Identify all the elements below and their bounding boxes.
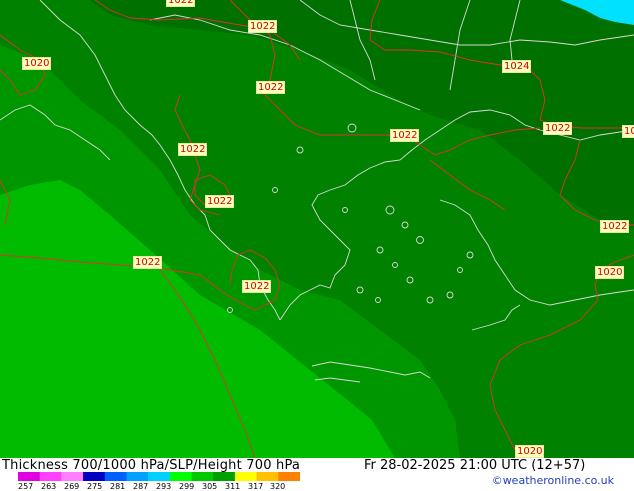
valid-time: Fr 28-02-2025 21:00 UTC (12+57) <box>364 458 586 473</box>
scale-swatch <box>234 472 258 481</box>
scale-swatch <box>104 472 127 481</box>
scale-swatch <box>191 472 214 481</box>
isobar-label: 1022 <box>205 195 235 208</box>
credit-link[interactable]: ©weatheronline.co.uk <box>492 474 614 487</box>
isobar-label: 1022 <box>622 125 634 138</box>
scale-swatch <box>18 472 41 481</box>
map-title: Thickness 700/1000 hPa/SLP/Height 700 hP… <box>2 458 301 473</box>
scale-swatch <box>148 472 171 481</box>
isobar-label: 1020 <box>595 266 625 279</box>
scale-swatch <box>83 472 106 481</box>
scale-swatch <box>39 472 62 481</box>
isobar-label: 1022 <box>242 280 272 293</box>
isobar-label: 1024 <box>502 60 532 73</box>
scale-swatch <box>213 472 236 481</box>
isobar-label: 1020 <box>515 445 545 458</box>
scale-swatch <box>169 472 193 481</box>
isobar-label: 1022 <box>256 81 286 94</box>
scale-swatch <box>278 472 300 481</box>
scale-swatch <box>126 472 149 481</box>
isobar-label: 1022 <box>390 129 420 142</box>
isobar-label: 1022 <box>166 0 196 7</box>
scale-swatch <box>61 472 84 481</box>
isobar-label: 1022 <box>248 20 278 33</box>
scale-swatch <box>256 472 279 481</box>
map-footer: Thickness 700/1000 hPa/SLP/Height 700 hP… <box>0 458 634 491</box>
color-scale <box>18 472 300 481</box>
isobar-label: 1022 <box>178 143 208 156</box>
isobar-label: 1022 <box>600 220 630 233</box>
thickness-map <box>0 0 634 458</box>
isobar-label: 1022 <box>133 256 163 269</box>
weather-map-view: 1022 1022 1020 1022 1024 1022 1022 1022 … <box>0 0 634 491</box>
isobar-label: 1020 <box>22 57 52 70</box>
isobar-label: 1022 <box>543 122 573 135</box>
